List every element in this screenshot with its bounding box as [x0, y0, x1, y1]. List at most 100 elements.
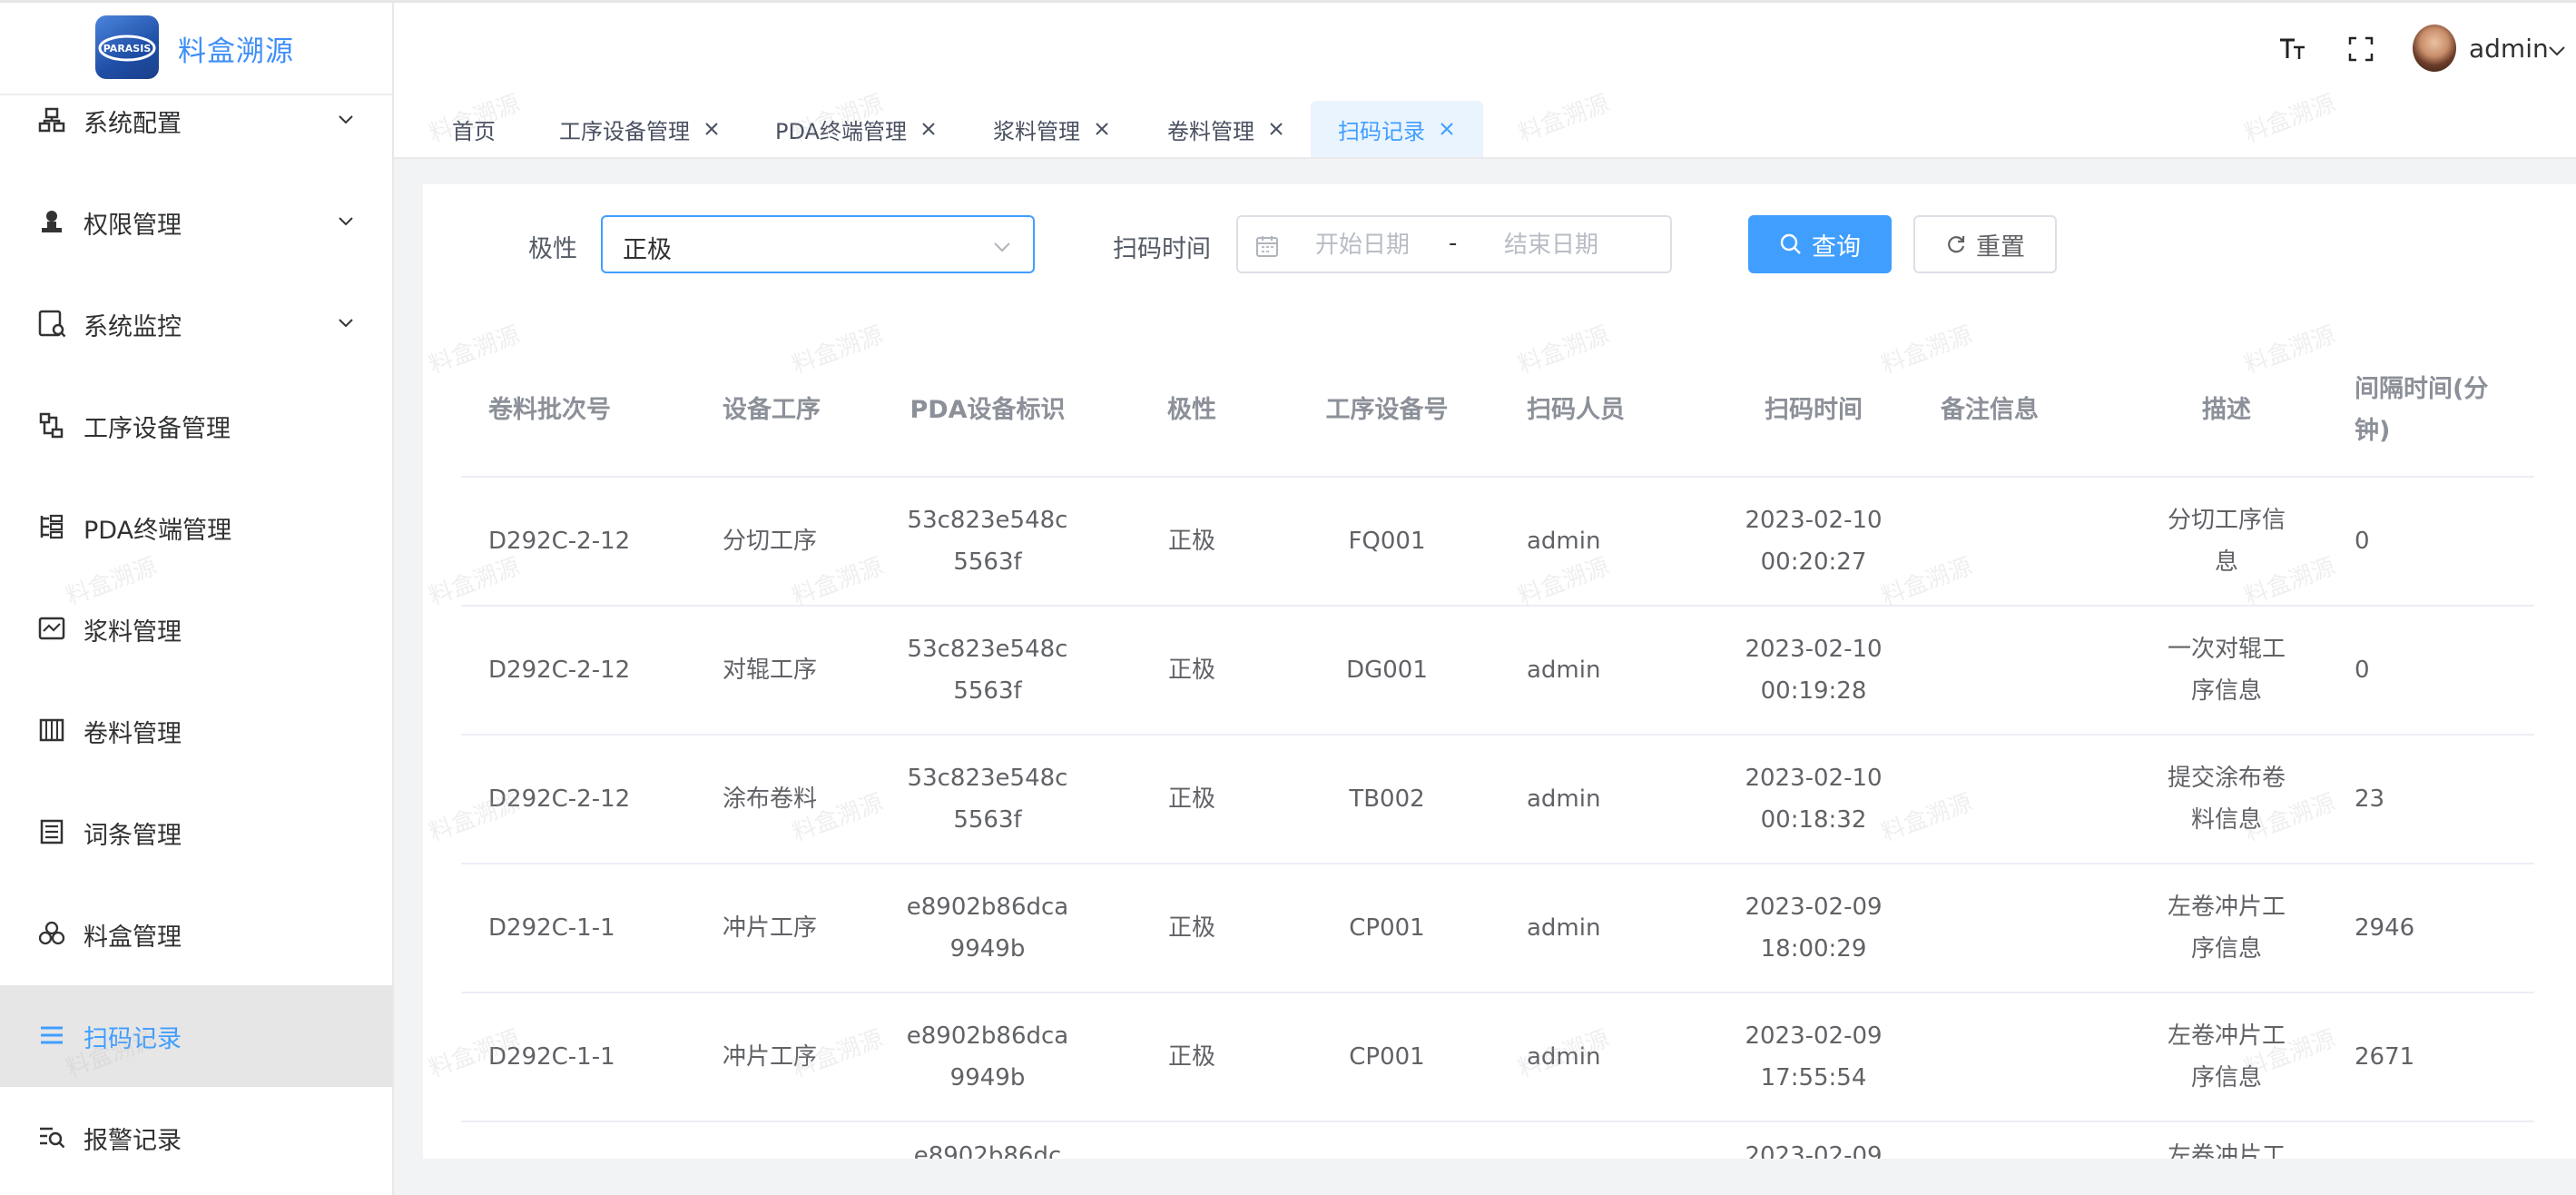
font-size-icon[interactable] — [2278, 35, 2309, 63]
sidebar-menu: 系统配置 权限管理 系统监控 工序设备管理 PDA终端管理 浆料管理 卷料管理 … — [0, 70, 392, 1189]
cell-desc: 一次对辊工序信息 — [2167, 636, 2286, 705]
sidebar-item-permission[interactable]: 权限管理 — [0, 172, 392, 273]
sidebar: PARASIS 料盒溯源 系统配置 权限管理 系统监控 工序设备管理 PDA终端… — [0, 3, 394, 1195]
scan-time-range[interactable]: - — [1236, 215, 1672, 273]
start-date-input[interactable] — [1293, 226, 1432, 264]
table-row[interactable]: D292C-2-12 涂布卷料 53c823e548c5563f 正极 TB00… — [461, 736, 2534, 864]
column-header-process: 设备工序 — [723, 396, 821, 424]
column-header-desc: 描述 — [2202, 396, 2251, 424]
tab-label: 首页 — [452, 118, 496, 144]
cell-polarity: 正极 — [1167, 657, 1215, 684]
cell-remark — [1941, 993, 2122, 1121]
tab-home[interactable]: 首页 — [452, 101, 496, 157]
sidebar-item-system-config[interactable]: 系统配置 — [0, 70, 392, 172]
cell-polarity: 正极 — [1167, 1043, 1215, 1071]
sidebar-item-label: PDA终端管理 — [84, 516, 232, 545]
cell-operator: admin — [1527, 785, 1601, 813]
refresh-icon — [1948, 236, 1965, 253]
column-header-time: 扫码时间 — [1765, 396, 1863, 424]
chevron-down-icon[interactable] — [2547, 41, 2567, 61]
cell-pda: e8902b86dca9949b — [906, 1022, 1069, 1091]
cell-remark — [1941, 736, 2122, 863]
sidebar-item-label: 系统监控 — [84, 312, 182, 341]
cell-pda: 53c823e548c5563f — [907, 507, 1068, 576]
close-icon[interactable] — [919, 120, 938, 138]
cell-time: 2023-02-09 17:55:54 — [1745, 1022, 1883, 1091]
search-icon — [1780, 233, 1801, 254]
cell-desc: 左卷冲片工序信息 — [2167, 1022, 2286, 1091]
cell-operator: admin — [1527, 914, 1601, 942]
dictionary-icon — [36, 816, 67, 847]
chevron-down-icon — [991, 235, 1013, 257]
tab-process-device[interactable]: 工序设备管理 — [559, 101, 721, 157]
table-row[interactable]: D292C-2-12 对辊工序 53c823e548c5563f 正极 DG00… — [461, 607, 2534, 736]
polarity-select[interactable]: 正极 — [601, 215, 1035, 273]
sidebar-item-label: 卷料管理 — [84, 719, 182, 748]
close-icon[interactable] — [1267, 120, 1285, 138]
cell-batch: D292C-1-1 — [488, 914, 615, 942]
cell-time: 2023-02-10 00:18:32 — [1745, 765, 1883, 834]
app-title: 料盒溯源 — [178, 35, 294, 68]
cell-process: 冲片工序 — [723, 1043, 818, 1071]
cell-process: 涂布卷料 — [723, 785, 818, 813]
tab-label: 卷料管理 — [1167, 118, 1254, 144]
sidebar-item-process-device[interactable]: 工序设备管理 — [0, 375, 392, 477]
cell-remark — [1941, 864, 2122, 992]
top-header: admin — [394, 3, 2576, 92]
tab-label: 浆料管理 — [993, 118, 1080, 144]
table-row[interactable]: D292C-2-12 分切工序 53c823e548c5563f 正极 FQ00… — [461, 478, 2534, 607]
column-header-pda: PDA设备标识 — [909, 396, 1066, 424]
reset-button-label: 重置 — [1976, 232, 2025, 262]
tab-slurry[interactable]: 浆料管理 — [993, 101, 1111, 157]
sidebar-item-slurry[interactable]: 浆料管理 — [0, 578, 392, 680]
cell-interval: 2946 — [2355, 914, 2415, 942]
sidebar-item-label: 权限管理 — [84, 211, 182, 240]
query-button[interactable]: 查询 — [1748, 215, 1892, 273]
polarity-label: 极性 — [528, 235, 577, 263]
close-icon[interactable] — [1093, 120, 1111, 138]
reset-button[interactable]: 重置 — [1913, 215, 2057, 273]
svg-text:PARASIS: PARASIS — [103, 43, 152, 54]
cell-batch: D292C-1-1 — [488, 1043, 615, 1071]
sidebar-item-alarm-record[interactable]: 报警记录 — [0, 1087, 392, 1189]
sidebar-item-pda[interactable]: PDA终端管理 — [0, 477, 392, 578]
sidebar-item-label: 报警记录 — [84, 1126, 182, 1155]
cell-pda: 53c823e548c5563f — [907, 765, 1068, 834]
pda-icon — [36, 511, 67, 542]
cell-device: FQ001 — [1348, 528, 1426, 555]
cell-interval: 0 — [2355, 528, 2370, 555]
sidebar-item-dictionary[interactable]: 词条管理 — [0, 782, 392, 884]
tab-label: PDA终端管理 — [775, 118, 907, 144]
sidebar-item-monitor[interactable]: 系统监控 — [0, 273, 392, 375]
system-config-icon — [36, 104, 67, 135]
sidebar-item-roll[interactable]: 卷料管理 — [0, 680, 392, 782]
cell-operator: admin — [1527, 657, 1601, 684]
sidebar-item-box[interactable]: 料盒管理 — [0, 884, 392, 985]
sidebar-item-label: 词条管理 — [84, 821, 182, 850]
bottom-gutter — [394, 1159, 2576, 1195]
cell-desc: 分切工序信息 — [2167, 507, 2286, 576]
tab-roll[interactable]: 卷料管理 — [1167, 101, 1285, 157]
end-date-input[interactable] — [1481, 226, 1621, 264]
avatar[interactable] — [2413, 25, 2456, 72]
close-icon[interactable] — [1438, 120, 1456, 138]
fullscreen-icon[interactable] — [2347, 35, 2374, 63]
sidebar-item-scan-record[interactable]: 扫码记录 — [0, 985, 392, 1087]
monitor-icon — [36, 308, 67, 339]
table-row[interactable]: D292C-1-1 冲片工序 e8902b86dca9949b 正极 CP001… — [461, 864, 2534, 993]
permission-icon — [36, 206, 67, 237]
sidebar-item-label: 浆料管理 — [84, 617, 182, 647]
sidebar-item-label: 扫码记录 — [84, 1024, 182, 1053]
cell-device: DG001 — [1346, 657, 1428, 684]
cell-time: 2023-02-10 00:19:28 — [1745, 636, 1883, 705]
cell-polarity: 正极 — [1167, 528, 1215, 555]
column-header-interval: 间隔时间(分钟) — [2355, 375, 2489, 445]
box-icon — [36, 918, 67, 949]
close-icon[interactable] — [703, 120, 721, 138]
tab-scan-record[interactable]: 扫码记录 — [1311, 101, 1483, 157]
table-row[interactable]: D292C-1-1 冲片工序 e8902b86dca9949b 正极 CP001… — [461, 993, 2534, 1122]
user-name[interactable]: admin — [2469, 34, 2549, 64]
cell-batch: D292C-2-12 — [488, 785, 631, 813]
cell-operator: admin — [1527, 528, 1601, 555]
tab-pda[interactable]: PDA终端管理 — [775, 101, 938, 157]
